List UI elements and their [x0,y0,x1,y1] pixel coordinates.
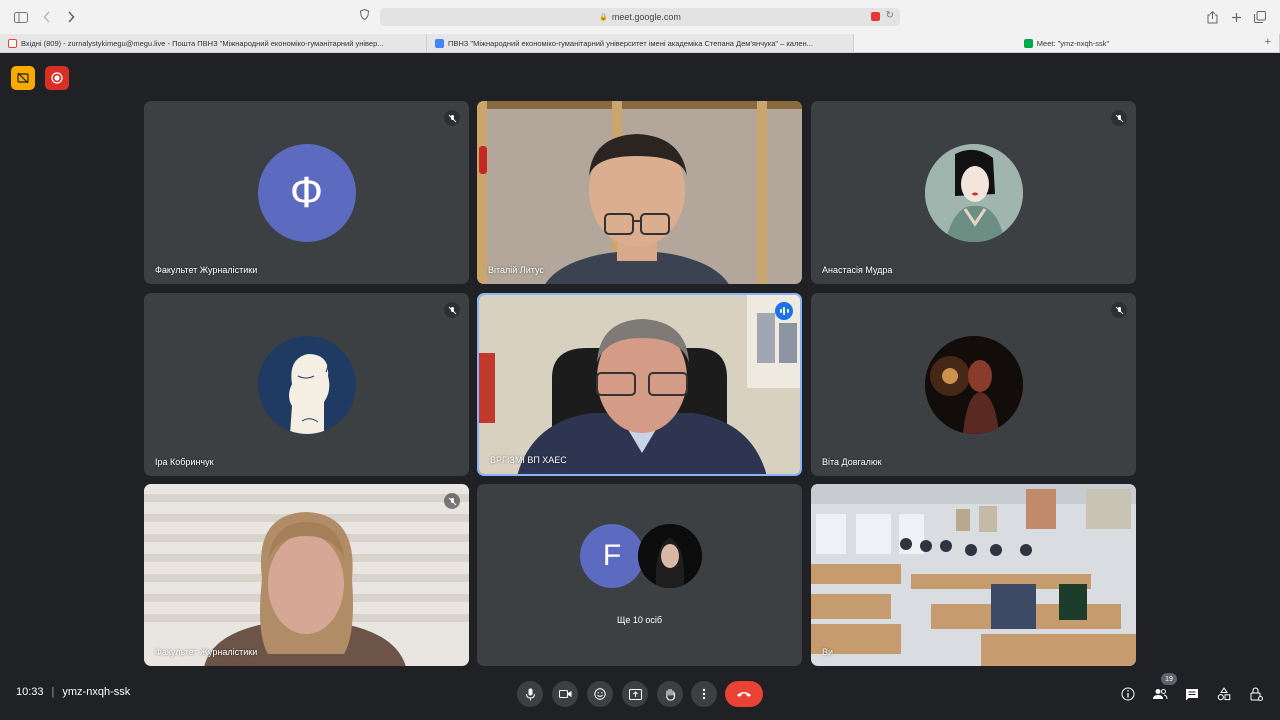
avatar [638,524,702,588]
control-bar: 10:33 | ymz-nxqh-ssk 19 [0,666,1280,720]
participant-name: Ви [822,647,834,657]
participant-tile[interactable]: Іра Кобринчук [144,293,469,476]
tab-label: ПВНЗ "Міжнародний економіко-гуманітарний… [448,38,813,48]
leave-call-button[interactable] [725,681,763,707]
participant-name: Факультет Журналістики [155,647,258,657]
url-text: meet.google.com [611,12,681,22]
back-icon[interactable] [38,8,56,26]
participant-name: Факультет Журналістики [155,265,258,275]
browser-toolbar: 🔒 meet.google.com ↻ [0,0,1280,34]
camera-active-icon[interactable] [871,12,880,21]
mic-off-icon [444,493,460,509]
participant-name: ВРГІЗМІ ВП ХАЕС [490,455,567,465]
hand-icon [665,688,675,701]
new-tab-icon[interactable] [1227,8,1245,26]
add-tab-icon[interactable]: + [1265,36,1271,48]
address-bar[interactable]: 🔒 meet.google.com ↻ [380,8,900,26]
more-options-button[interactable] [691,681,717,707]
tab-meet[interactable]: Meet: "ymz-nxqh-ssk" + [854,34,1280,52]
others-tile[interactable]: F Ще 10 осіб [477,484,802,666]
lock-icon: 🔒 [599,14,608,21]
participant-tile-video-active[interactable]: ВРГІЗМІ ВП ХАЕС [477,293,802,476]
mic-off-icon [444,110,460,126]
share-icon[interactable] [1203,8,1221,26]
tab-gmail[interactable]: Вхідні (809) - zurnalystykimegu@megu.liv… [0,34,427,52]
tab-overview-icon[interactable] [1251,8,1269,26]
raise-hand-button[interactable] [657,681,683,707]
meeting-details-icon[interactable] [1119,685,1137,703]
video-feed [144,484,469,666]
participant-tile[interactable]: Анастасія Мудра [811,101,1136,284]
meeting-info: 10:33 | ymz-nxqh-ssk [16,686,130,698]
participant-name: Віта Довгалюк [822,457,882,467]
speaking-indicator-icon [775,302,793,320]
self-tile-video[interactable]: Ви [811,484,1136,666]
participant-name: Віталій Литус [488,265,544,275]
meet-icon [1023,38,1033,48]
participant-tile[interactable]: Віта Довгалюк [811,293,1136,476]
video-feed [477,101,802,284]
video-feed [479,295,800,474]
present-screen-icon [628,688,642,700]
tab-label: Вхідні (809) - zurnalystykimegu@megu.liv… [21,38,384,48]
meeting-time: 10:33 [16,686,44,698]
tab-bar: Вхідні (809) - zurnalystykimegu@megu.liv… [0,34,1280,53]
activities-icon[interactable] [1215,685,1233,703]
participant-tile-video[interactable]: Віталій Литус [477,101,802,284]
calendar-icon [435,38,444,48]
participant-tile[interactable]: Ф Факультет Журналістики [144,101,469,284]
avatar [924,143,1023,242]
separator: | [51,686,55,698]
avatar [924,335,1023,434]
present-button[interactable] [622,681,648,707]
microphone-icon [525,688,535,700]
camera-button[interactable] [552,681,578,707]
reload-icon[interactable]: ↻ [886,10,894,21]
more-vert-icon [702,688,706,700]
hang-up-icon [737,692,751,697]
avatar: F [580,524,644,588]
mic-off-icon [444,302,460,318]
meeting-code: ymz-nxqh-ssk [62,686,131,698]
participant-count-badge: 19 [1161,673,1177,685]
sidebar-toggle-icon[interactable] [12,8,30,26]
host-controls-icon[interactable] [1247,685,1265,703]
recording-icon[interactable] [45,66,69,90]
people-icon[interactable] [1151,685,1169,703]
participant-tile-video[interactable]: Факультет Журналістики [144,484,469,666]
privacy-shield-icon[interactable] [359,8,370,23]
others-count-label: Ще 10 осіб [616,615,663,625]
avatar: Ф [257,143,356,242]
microphone-button[interactable] [517,681,543,707]
tab-calendar[interactable]: ПВНЗ "Міжнародний економіко-гуманітарний… [427,34,854,52]
reactions-button[interactable] [587,681,613,707]
video-feed [811,484,1136,666]
avatar [257,335,356,434]
tab-label: Meet: "ymz-nxqh-ssk" [1036,38,1110,48]
participant-name: Анастасія Мудра [822,265,893,275]
meet-stage: Ф Факультет Журналістики Віталій Литус А… [0,54,1280,720]
mic-off-icon [1111,302,1127,318]
camera-icon [558,690,571,698]
avatar-letter: Ф [289,167,324,217]
avatar-letter: F [602,539,622,572]
emoji-icon [594,688,606,700]
participant-name: Іра Кобринчук [155,457,214,467]
captions-off-icon[interactable] [11,66,35,90]
chat-icon[interactable] [1183,685,1201,703]
mic-off-icon [1111,110,1127,126]
forward-icon[interactable] [62,8,80,26]
gmail-icon [8,38,17,48]
